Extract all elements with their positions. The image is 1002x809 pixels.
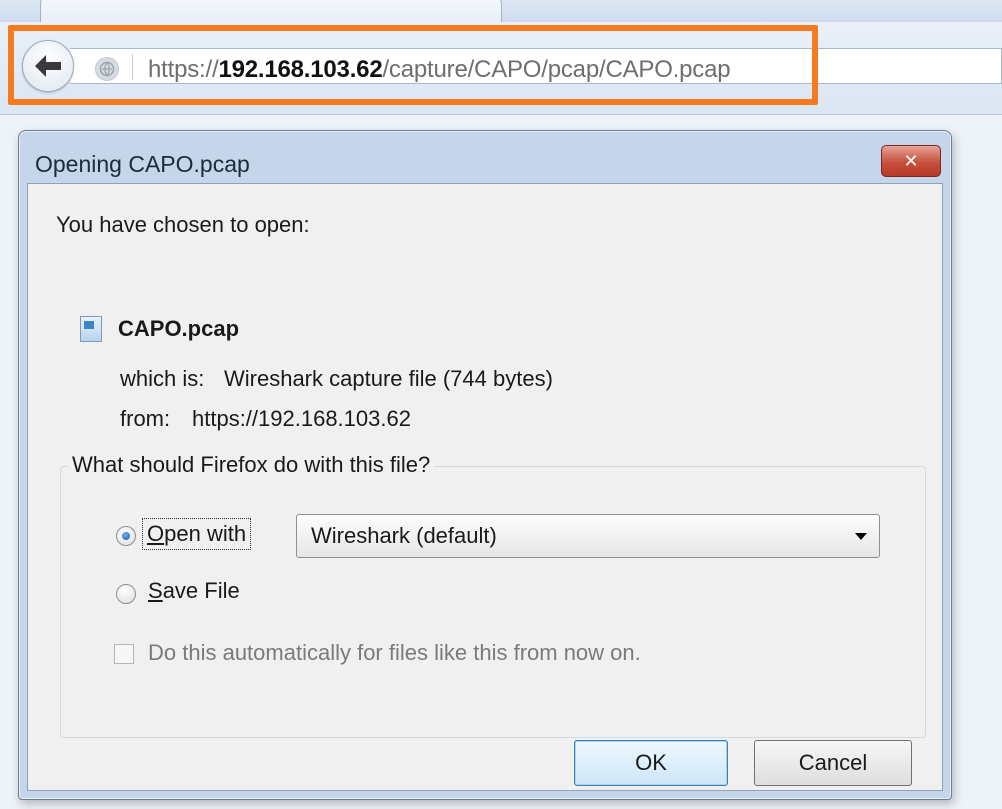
intro-text: You have chosen to open: bbox=[56, 212, 310, 237]
save-file-access-key: S bbox=[148, 578, 163, 603]
open-with-text: pen with bbox=[164, 521, 247, 546]
browser-tab[interactable] bbox=[40, 0, 502, 23]
save-file-radio[interactable] bbox=[116, 584, 136, 604]
file-type-label: which is: bbox=[120, 366, 205, 391]
open-with-app-select[interactable]: Wireshark (default) bbox=[296, 514, 880, 558]
ok-button[interactable]: OK bbox=[574, 740, 728, 786]
action-question: What should Firefox do with this file? bbox=[68, 452, 435, 478]
auto-action-checkbox[interactable] bbox=[114, 644, 134, 664]
file-name: CAPO.pcap bbox=[118, 316, 240, 341]
auto-action-label: Do this automatically for files like thi… bbox=[148, 640, 641, 665]
open-with-access-key: O bbox=[147, 521, 165, 546]
address-highlight-box bbox=[8, 25, 818, 105]
open-file-dialog: Opening CAPO.pcap ✕ You have chosen to o… bbox=[18, 130, 952, 800]
dialog-body: You have chosen to open: CAPO.pcap which… bbox=[27, 183, 943, 791]
dropdown-arrow-icon bbox=[855, 533, 867, 540]
file-type-value: Wireshark capture file (744 bytes) bbox=[224, 366, 553, 391]
file-icon bbox=[80, 316, 102, 342]
save-file-label[interactable]: Save File bbox=[148, 578, 240, 604]
open-with-label[interactable]: Open with bbox=[142, 518, 252, 550]
tab-strip bbox=[0, 0, 1002, 23]
open-with-radio[interactable] bbox=[116, 526, 136, 546]
save-file-text: ave File bbox=[162, 578, 240, 603]
cancel-button[interactable]: Cancel bbox=[754, 740, 912, 786]
open-with-app-value: Wireshark (default) bbox=[311, 523, 497, 548]
dialog-title: Opening CAPO.pcap bbox=[35, 151, 250, 177]
dialog-close-button[interactable]: ✕ bbox=[881, 145, 941, 177]
file-source-label: from: bbox=[120, 406, 171, 431]
file-source-value: https://192.168.103.62 bbox=[192, 406, 411, 431]
close-icon: ✕ bbox=[903, 151, 919, 171]
